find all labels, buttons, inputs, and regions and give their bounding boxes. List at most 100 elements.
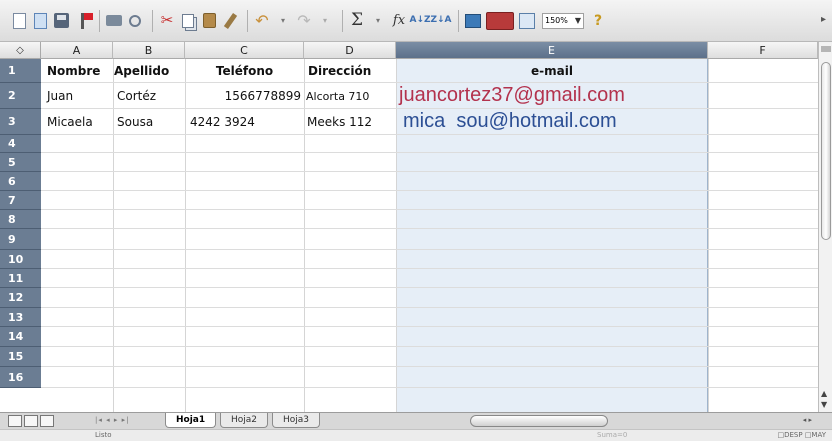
column-header-e[interactable]: E <box>396 42 708 59</box>
redo-icon[interactable]: ↷ <box>295 12 313 30</box>
print-preview-icon[interactable] <box>126 12 144 30</box>
print-icon[interactable] <box>105 12 123 30</box>
cell-b2[interactable]: Cortéz <box>117 83 185 109</box>
row-header-2[interactable]: 2 <box>0 83 41 109</box>
vertical-scroll-thumb[interactable] <box>821 62 831 240</box>
gridline <box>41 190 818 191</box>
row-header-15[interactable]: 15 <box>0 347 41 367</box>
gridline <box>708 59 709 412</box>
undo-dropdown-icon[interactable]: ▾ <box>274 12 292 30</box>
toolbar-separator <box>152 9 153 32</box>
horizontal-scroll-thumb[interactable] <box>470 415 608 427</box>
cell-d2[interactable]: Alcorta 710 <box>306 83 396 109</box>
cell-c2[interactable]: 1566778899 <box>185 83 304 109</box>
column-letter: D <box>345 43 354 57</box>
column-header-f[interactable]: F <box>708 42 818 59</box>
gridline <box>41 387 818 388</box>
paste-icon[interactable] <box>200 12 218 30</box>
column-header-d[interactable]: D <box>304 42 396 59</box>
row-header-14[interactable]: 14 <box>0 327 41 347</box>
gridline <box>41 346 818 347</box>
cell-d3[interactable]: Meeks 112 <box>307 109 396 135</box>
cell-a2[interactable]: Juan <box>47 83 113 109</box>
column-letter: A <box>72 43 81 57</box>
redo-dropdown-icon[interactable]: ▾ <box>316 12 334 30</box>
cut-icon[interactable]: ✂ <box>158 12 176 30</box>
zoom-select[interactable]: 150% ▼ <box>542 12 584 29</box>
gridline <box>41 307 818 308</box>
tab-navigation-arrows[interactable]: |◂ ◂ ▸ ▸| <box>95 416 129 424</box>
gridline <box>41 228 818 229</box>
toolbar-overflow-icon[interactable]: ▸ <box>821 14 826 25</box>
gridline <box>41 171 818 172</box>
tab-hoja3[interactable]: Hoja3 <box>272 413 321 428</box>
save-icon[interactable] <box>52 12 70 30</box>
column-header-c[interactable]: C <box>185 42 304 59</box>
row-header-9[interactable]: 9 <box>0 229 41 250</box>
toolbox-icon[interactable] <box>485 11 515 30</box>
normal-view-icon[interactable] <box>8 415 22 427</box>
cell-e1[interactable]: e-mail <box>396 59 708 83</box>
row-header-13[interactable]: 13 <box>0 308 41 327</box>
row-header-6[interactable]: 6 <box>0 172 41 191</box>
page-break-view-icon[interactable] <box>40 415 54 427</box>
column-letter: C <box>240 43 248 57</box>
row-header-10[interactable]: 10 <box>0 250 41 269</box>
gridline <box>41 152 818 153</box>
cell-b3[interactable]: Sousa <box>117 109 185 135</box>
row-header-1[interactable]: 1 <box>0 59 41 83</box>
autosum-icon[interactable]: Σ <box>348 12 366 30</box>
gridline <box>41 366 818 367</box>
spreadsheet-grid[interactable]: ◇ A B C D E F 1 2 3 4 5 6 7 8 9 10 11 12 13 14 15 16 No… <box>0 42 818 412</box>
split-handle[interactable] <box>821 46 831 52</box>
row-header-4[interactable]: 4 <box>0 135 41 153</box>
gridline <box>113 59 114 412</box>
function-icon[interactable]: fx <box>390 12 408 30</box>
gridline <box>41 209 818 210</box>
row-header-16[interactable]: 16 <box>0 367 41 388</box>
gallery-icon[interactable] <box>518 12 536 30</box>
row-header-5[interactable]: 5 <box>0 153 41 172</box>
help-icon[interactable]: ? <box>590 13 606 29</box>
cell-c3[interactable]: 4242 3924 <box>190 109 304 135</box>
scroll-up-icon[interactable]: ▲ <box>821 389 827 398</box>
open-folder-icon[interactable] <box>31 12 49 30</box>
row-header-7[interactable]: 7 <box>0 191 41 210</box>
copy-icon[interactable] <box>179 12 197 30</box>
status-sum: Suma=0 <box>597 431 628 439</box>
row-header-11[interactable]: 11 <box>0 269 41 288</box>
gridline <box>41 287 818 288</box>
sort-descending-icon[interactable]: Z↓A <box>430 12 451 30</box>
row-header-3[interactable]: 3 <box>0 109 41 135</box>
cell-d1[interactable]: Dirección <box>308 59 396 83</box>
scroll-down-icon[interactable]: ▼ <box>821 400 827 409</box>
insert-chart-icon[interactable] <box>464 12 482 30</box>
tab-hoja1[interactable]: Hoja1 <box>165 413 217 428</box>
new-document-icon[interactable] <box>10 12 28 30</box>
status-indicators: □DESP □MAY <box>777 431 827 439</box>
gridline <box>304 59 305 412</box>
horizontal-scroll-arrows[interactable]: ◂ ▸ <box>803 416 812 424</box>
vertical-scrollbar[interactable]: ▲ ▼ <box>818 42 832 412</box>
flag-icon[interactable] <box>73 12 93 30</box>
column-header-a[interactable]: A <box>41 42 113 59</box>
cell-a3[interactable]: Micaela <box>47 109 113 135</box>
tab-hoja2[interactable]: Hoja2 <box>220 413 269 428</box>
gridline <box>396 59 397 412</box>
column-header-b[interactable]: B <box>113 42 185 59</box>
row-header-12[interactable]: 12 <box>0 288 41 308</box>
toolbar-separator <box>458 9 459 32</box>
undo-icon[interactable]: ↶ <box>253 12 271 30</box>
cell-a1[interactable]: Nombre <box>47 59 113 83</box>
toolbar-separator <box>99 9 100 32</box>
sort-ascending-icon[interactable]: A↓Z <box>409 12 430 30</box>
cell-b1[interactable]: Apellido <box>114 59 185 83</box>
cell-e3[interactable]: mica sou@hotmail.com <box>403 108 708 134</box>
format-paintbrush-icon[interactable] <box>221 12 239 30</box>
row-header-8[interactable]: 8 <box>0 210 41 229</box>
cell-e2[interactable]: juancortez37@gmail.com <box>399 82 708 108</box>
autosum-dropdown-icon[interactable]: ▾ <box>369 12 387 30</box>
select-all-corner[interactable]: ◇ <box>0 42 41 59</box>
page-layout-view-icon[interactable] <box>24 415 38 427</box>
cell-c1[interactable]: Teléfono <box>185 59 304 83</box>
